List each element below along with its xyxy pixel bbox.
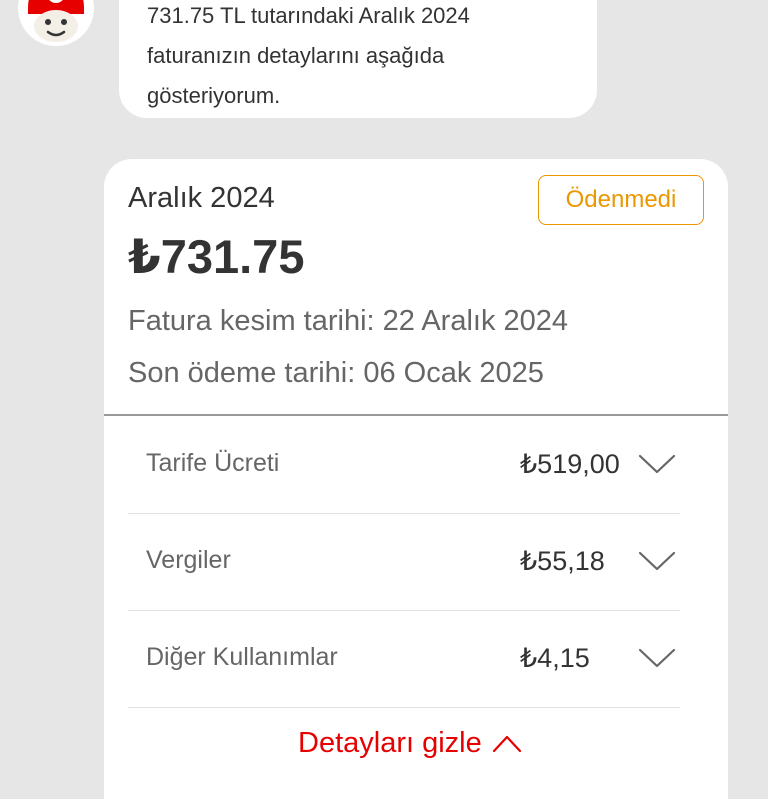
message-line: faturanızın detaylarını aşağıda <box>147 43 445 68</box>
robot-avatar-icon <box>18 0 94 46</box>
bill-item-tarife[interactable]: Tarife Ücreti ₺519,00 <box>128 416 680 514</box>
bill-item-label: Diğer Kullanımlar <box>146 643 338 671</box>
assistant-avatar <box>18 0 94 46</box>
chevron-down-icon[interactable] <box>638 646 676 670</box>
issue-date: Fatura kesim tarihi: 22 Aralık 2024 <box>128 305 569 337</box>
due-date: Son ödeme tarihi: 06 Ocak 2025 <box>128 357 544 389</box>
bill-item-diger[interactable]: Diğer Kullanımlar ₺4,15 <box>128 610 680 708</box>
hide-details-label: Detayları gizle <box>298 727 482 759</box>
bill-item-vergiler[interactable]: Vergiler ₺55,18 <box>128 513 680 611</box>
bill-amount: ₺731.75 <box>128 230 305 283</box>
bill-item-value: ₺55,18 <box>520 546 605 576</box>
chevron-down-icon[interactable] <box>638 549 676 573</box>
chevron-down-icon[interactable] <box>638 452 676 476</box>
message-line: 731.75 TL tutarındaki Aralık 2024 <box>147 3 470 28</box>
bill-period: Aralık 2024 <box>128 182 275 214</box>
chevron-up-icon <box>492 735 521 752</box>
bill-item-value: ₺519,00 <box>520 449 620 479</box>
hide-details-button[interactable]: Detayları gizle <box>298 727 522 760</box>
bill-card: Aralık 2024 Ödenmedi ₺731.75 Fatura kesi… <box>104 159 728 799</box>
payment-status-badge: Ödenmedi <box>538 175 704 225</box>
assistant-message-bubble: 731.75 TL tutarındaki Aralık 2024 fatura… <box>119 0 597 118</box>
message-line: gösteriyorum. <box>147 83 281 108</box>
bill-item-value: ₺4,15 <box>520 643 590 673</box>
bill-item-label: Vergiler <box>146 546 231 574</box>
bill-item-label: Tarife Ücreti <box>146 449 280 477</box>
